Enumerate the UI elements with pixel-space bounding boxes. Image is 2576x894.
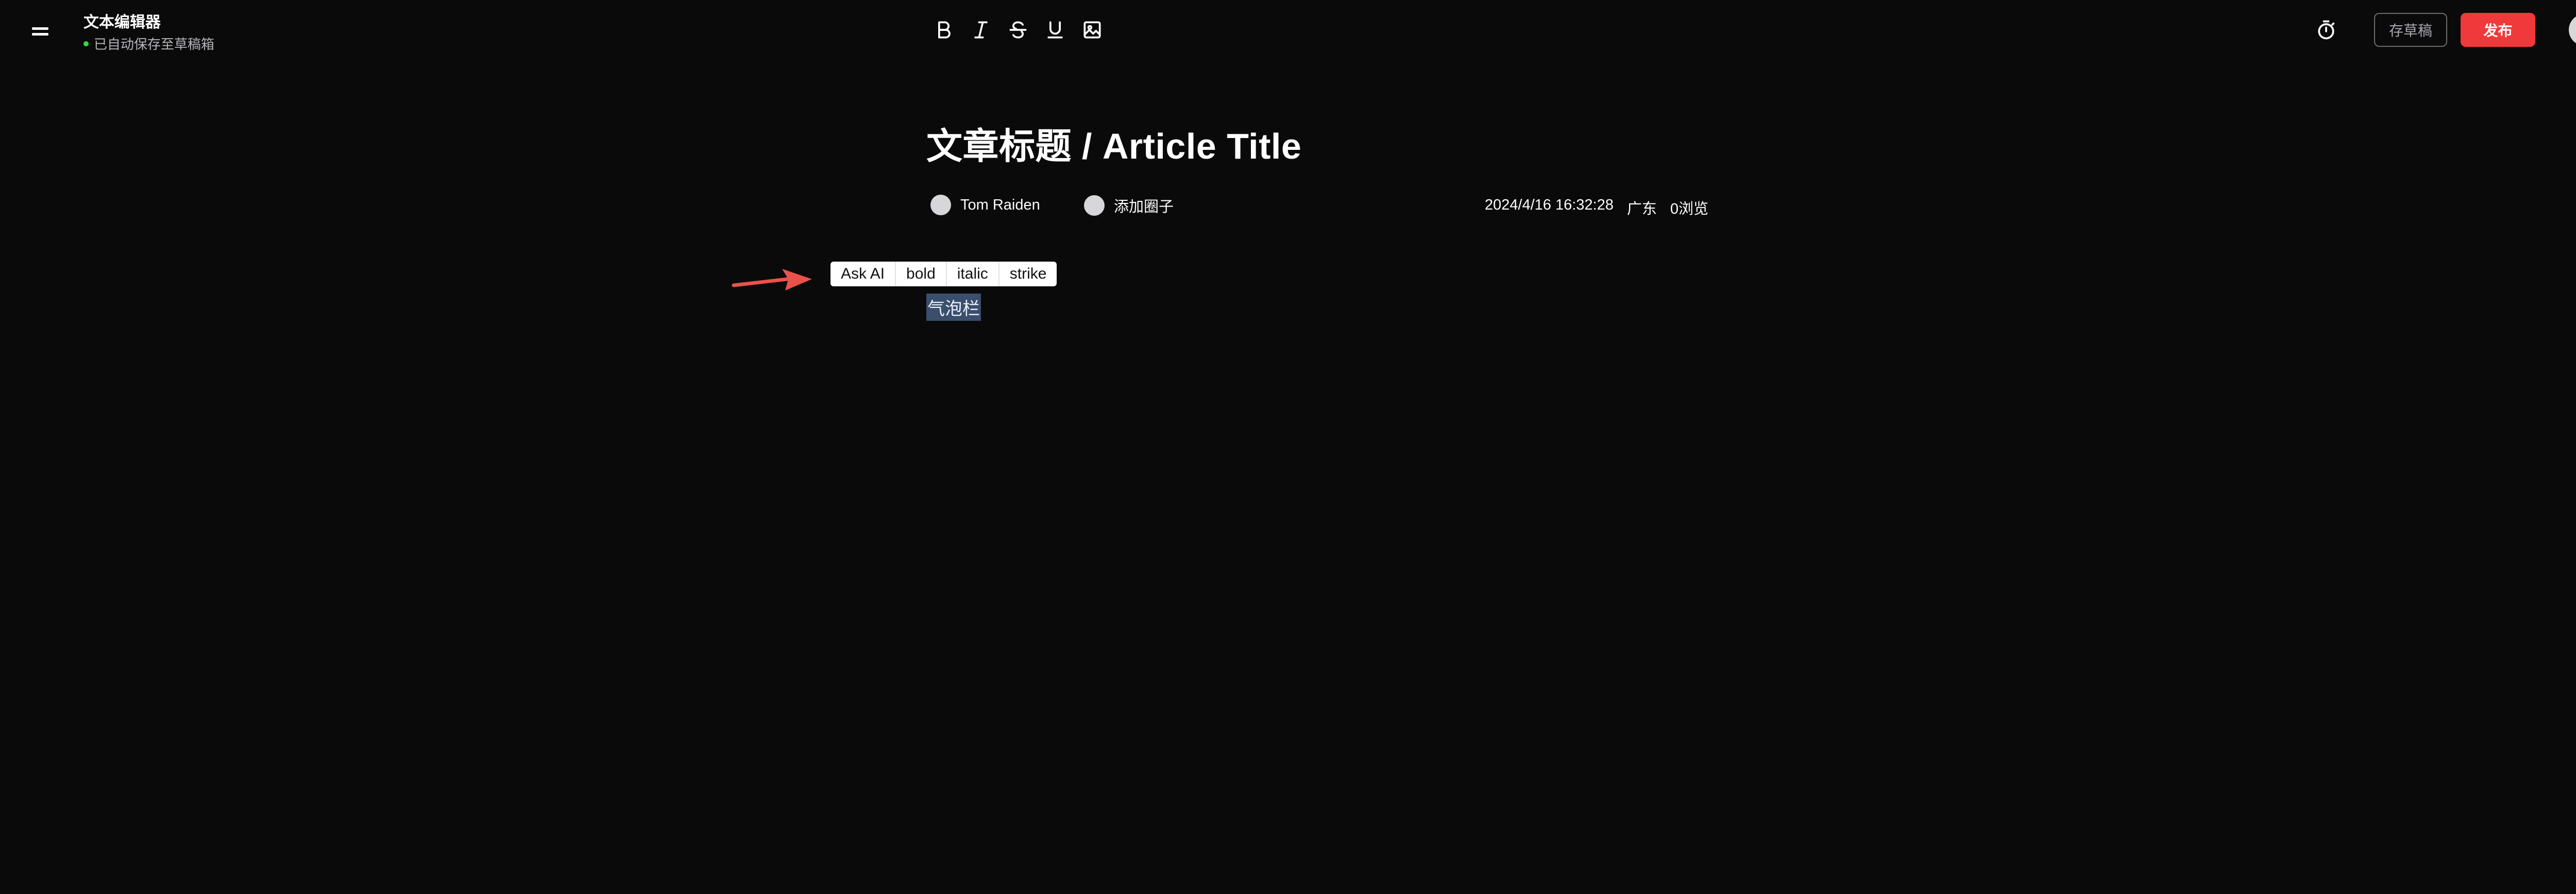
italic-button[interactable]: italic xyxy=(945,262,998,286)
menu-icon[interactable] xyxy=(32,24,53,39)
article-datetime: 2024/4/16 16:32:28 xyxy=(1484,197,1614,213)
format-toolbar xyxy=(925,16,1111,43)
editor-page: 文本编辑器 已自动保存至草稿箱 存草稿 发布 文章标题 / Article Ti… xyxy=(0,0,2576,894)
bold-icon[interactable] xyxy=(925,16,962,43)
italic-icon[interactable] xyxy=(962,16,999,43)
ask-ai-button[interactable]: Ask AI xyxy=(831,262,895,286)
circle-avatar xyxy=(1084,195,1105,216)
status-dot-icon xyxy=(83,41,89,46)
avatar[interactable] xyxy=(2569,14,2576,46)
bubble-menu: Ask AI bold italic strike xyxy=(831,262,1057,286)
save-status: 已自动保存至草稿箱 xyxy=(83,34,214,53)
add-circle-button[interactable]: 添加圈子 xyxy=(1084,195,1174,216)
author-name: Tom Raiden xyxy=(960,196,1040,213)
bold-button[interactable]: bold xyxy=(895,262,946,286)
author[interactable]: Tom Raiden xyxy=(930,195,1040,215)
article-title[interactable]: 文章标题 / Article Title xyxy=(926,117,1301,169)
save-draft-button[interactable]: 存草稿 xyxy=(2374,13,2447,47)
selected-text[interactable]: 气泡栏 xyxy=(926,294,981,321)
timer-icon[interactable] xyxy=(2313,16,2339,43)
article-meta: Tom Raiden 添加圈子 2024/4/16 16:32:28 广东 0浏… xyxy=(930,195,1708,218)
app-title: 文本编辑器 xyxy=(83,14,161,31)
annotation-arrow-icon xyxy=(732,269,812,290)
article-views: 0浏览 xyxy=(1670,201,1708,217)
add-circle-label: 添加圈子 xyxy=(1114,199,1174,215)
strikethrough-icon[interactable] xyxy=(999,16,1037,43)
save-status-text: 已自动保存至草稿箱 xyxy=(94,37,215,52)
author-avatar xyxy=(930,195,951,215)
meta-info: 2024/4/16 16:32:28 广东 0浏览 xyxy=(1485,197,1708,218)
underline-icon[interactable] xyxy=(1037,16,1074,43)
image-icon[interactable] xyxy=(1074,16,1111,43)
publish-button[interactable]: 发布 xyxy=(2461,13,2535,47)
strike-button[interactable]: strike xyxy=(998,262,1057,286)
article-location: 广东 xyxy=(1626,201,1657,217)
